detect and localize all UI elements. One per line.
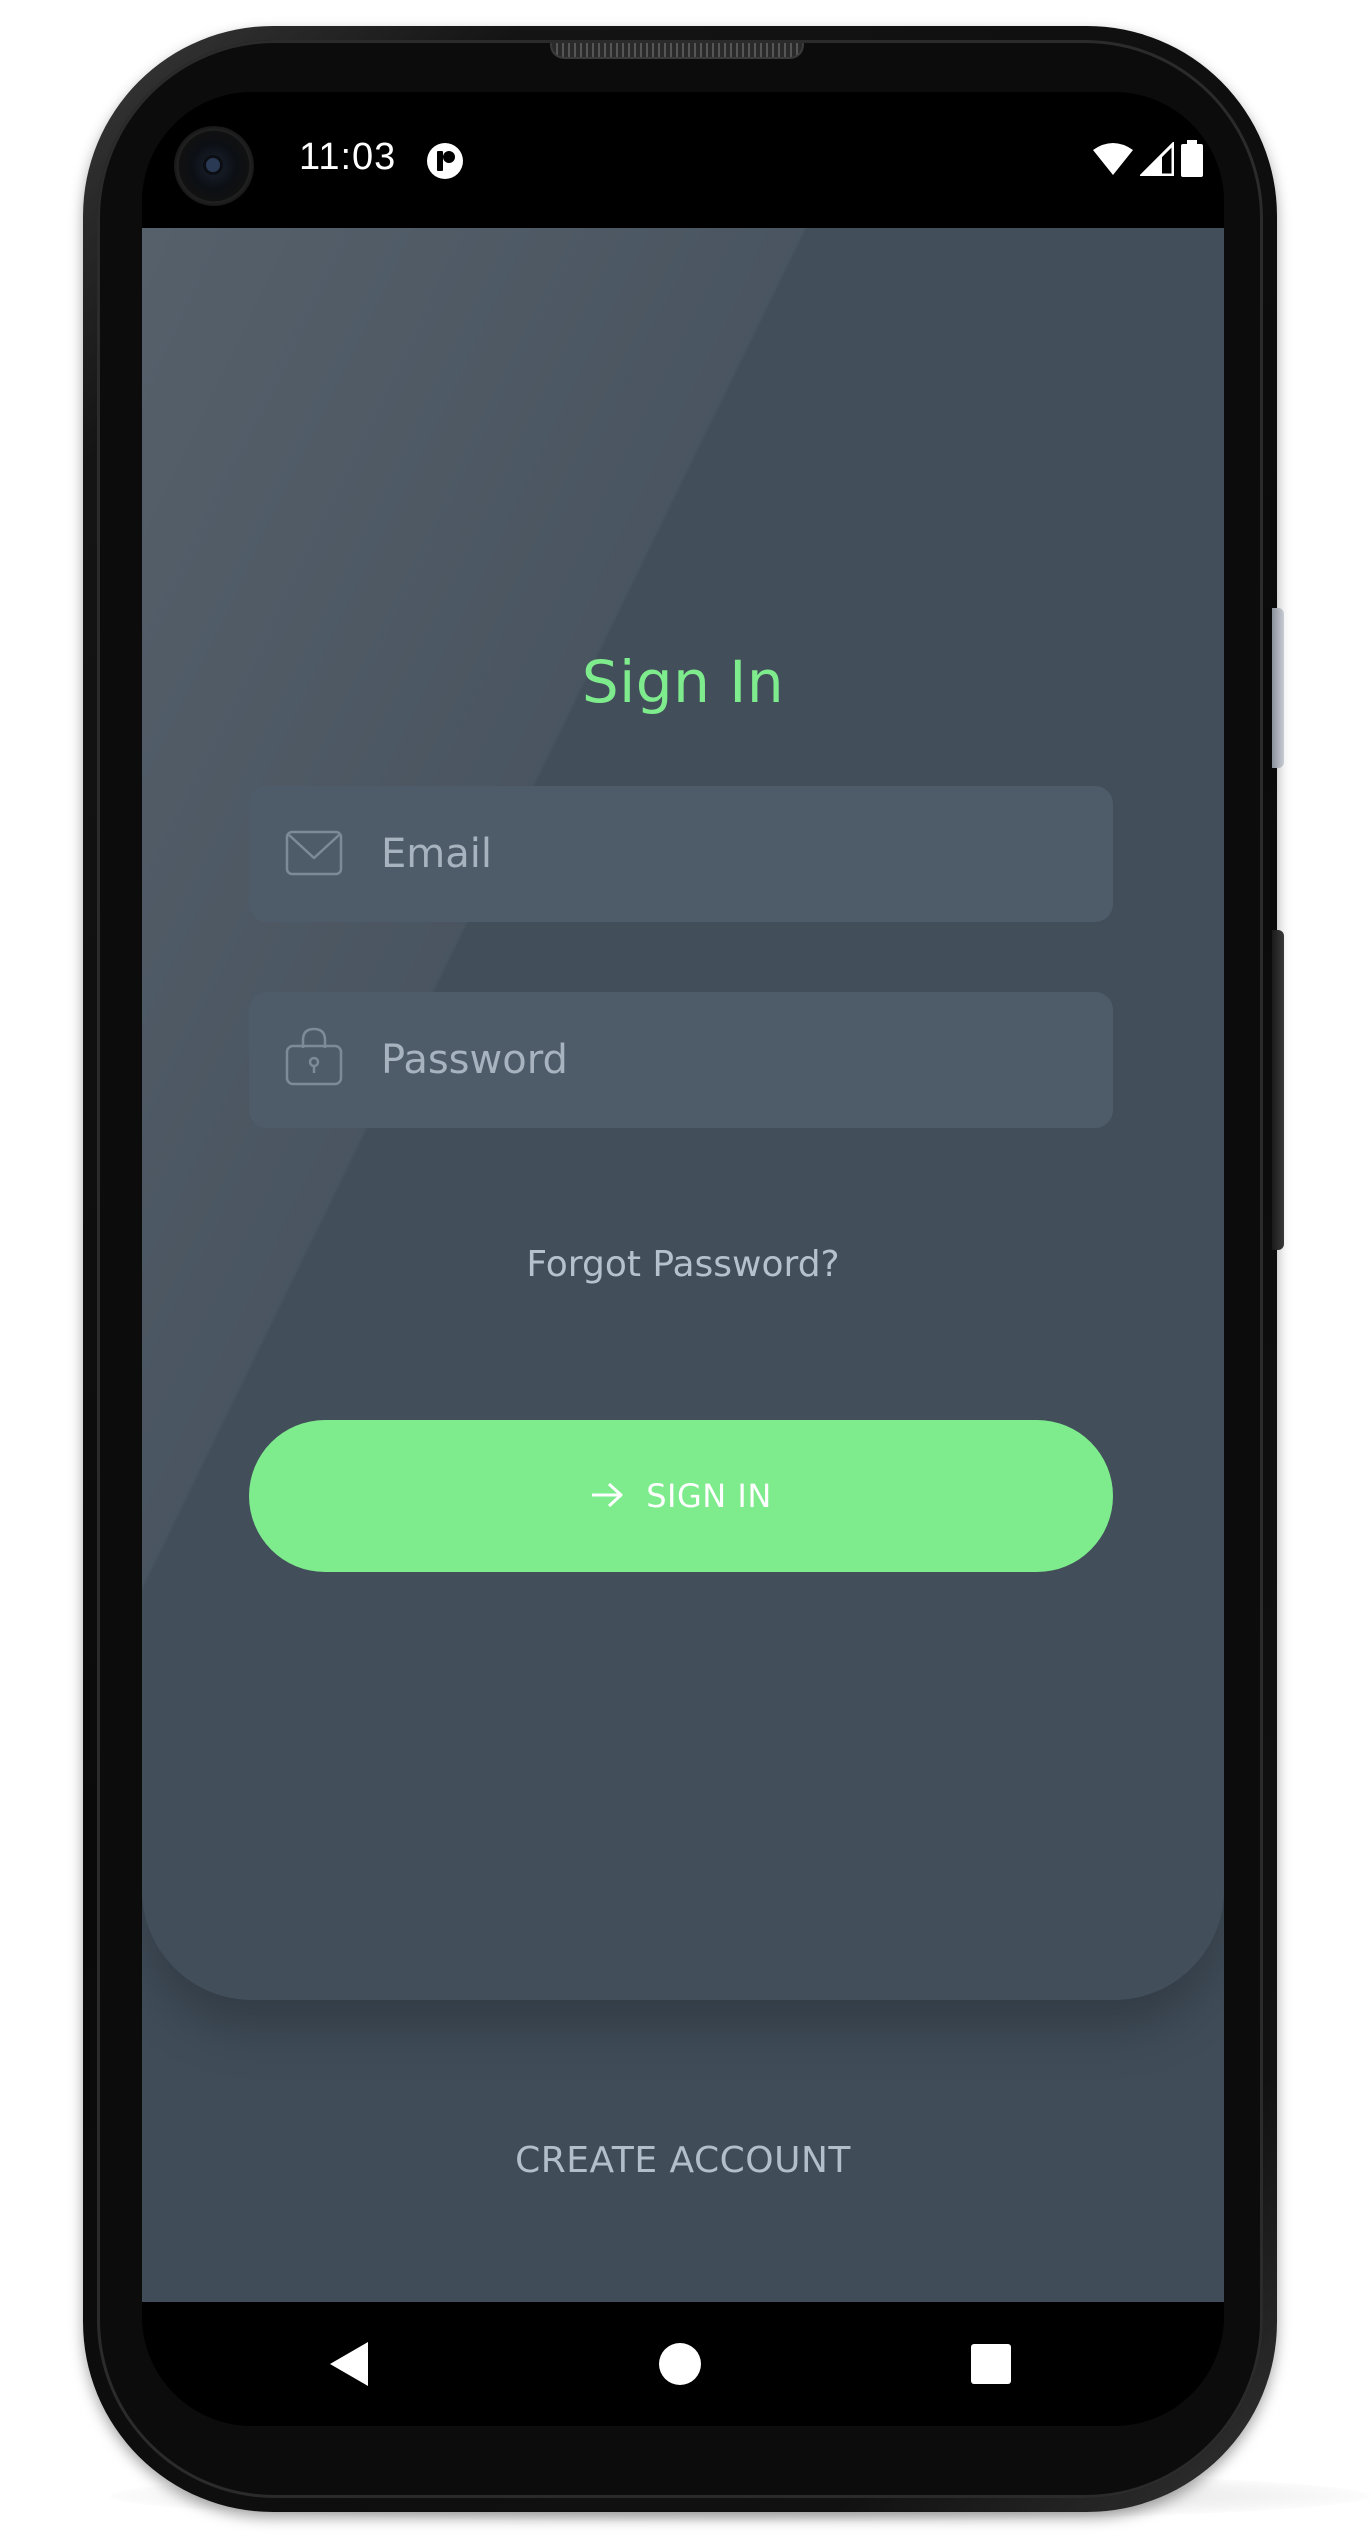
cell-signal-icon (1138, 140, 1175, 180)
signin-card: Sign In Email Forgot Password? SIGN IN (142, 228, 1224, 2000)
phone-screen: 11:03 Sign In Email Forgot Password? SIG… (142, 92, 1224, 2426)
arrow-right-icon (590, 1481, 624, 1512)
sign-in-button[interactable]: SIGN IN (249, 1420, 1113, 1572)
status-icons (1092, 140, 1204, 182)
app-notification-icon (426, 142, 464, 184)
back-icon[interactable] (308, 2324, 388, 2404)
app-background: Sign In Email Forgot Password? SIGN IN C… (142, 228, 1224, 2302)
home-icon[interactable] (640, 2324, 720, 2404)
envelope-icon (285, 826, 343, 880)
navigation-bar (142, 2302, 1224, 2426)
status-time: 11:03 (299, 136, 397, 178)
earpiece-speaker (550, 43, 804, 59)
camera-punch-hole (174, 126, 254, 206)
power-button (1272, 608, 1284, 768)
device-stage: 11:03 Sign In Email Forgot Password? SIG… (0, 0, 1370, 2534)
email-input[interactable] (381, 786, 1081, 922)
email-field[interactable] (249, 786, 1113, 922)
battery-icon (1180, 140, 1204, 182)
password-field[interactable] (249, 992, 1113, 1128)
create-account-link[interactable]: CREATE ACCOUNT (142, 2140, 1224, 2181)
page-title: Sign In (581, 648, 785, 716)
forgot-password-link[interactable]: Forgot Password? (142, 1244, 1224, 1285)
volume-button (1272, 930, 1284, 1250)
sign-in-button-label: SIGN IN (646, 1477, 772, 1515)
recents-icon[interactable] (951, 2324, 1031, 2404)
lock-icon (285, 1027, 343, 1086)
status-bar: 11:03 (142, 92, 1224, 228)
wifi-icon (1092, 142, 1134, 180)
password-input[interactable] (381, 992, 1081, 1128)
